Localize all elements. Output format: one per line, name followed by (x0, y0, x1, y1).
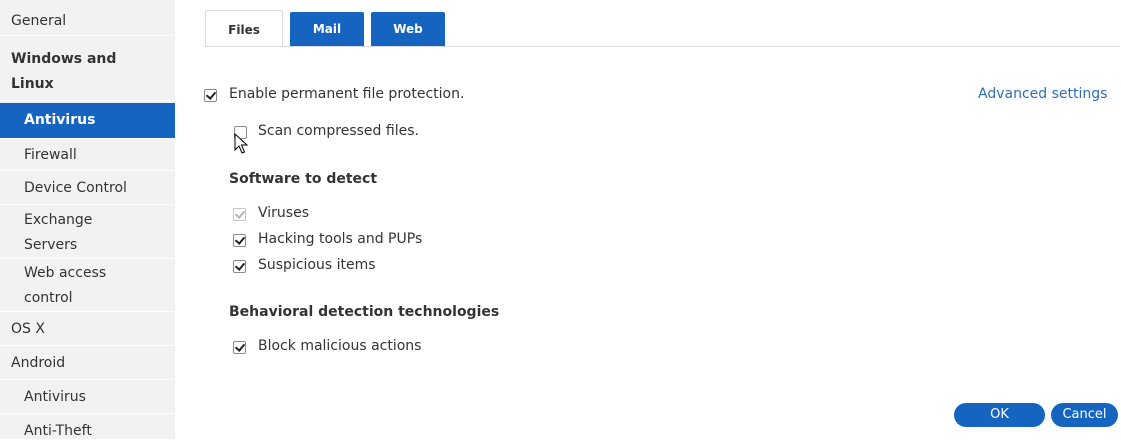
sidebar-item-label: Anti-Theft (24, 423, 92, 439)
ok-button-label: OK (990, 407, 1009, 422)
sidebar-item-exchange-servers[interactable]: Exchange Servers (0, 207, 175, 259)
tab-label: Web (393, 22, 423, 36)
tab-label: Mail (312, 22, 342, 36)
sidebar-item-label: Device Control (24, 180, 127, 196)
cancel-button[interactable]: Cancel (1051, 403, 1118, 427)
hacking-tools-checkbox[interactable] (233, 234, 246, 247)
sidebar-item-label: Exchange Servers (24, 212, 93, 253)
block-malicious-label: Block malicious actions (258, 338, 422, 354)
viruses-checkbox[interactable] (233, 208, 246, 221)
scan-compressed-label: Scan compressed files. (258, 123, 419, 139)
advanced-settings-link[interactable]: Advanced settings (978, 86, 1107, 102)
sidebar-item-windows-and-linux[interactable]: Windows and Linux (0, 45, 175, 101)
sidebar-item-label: Antivirus (24, 389, 86, 405)
sidebar-item-label: Windows and Linux (11, 51, 117, 92)
sidebar-item-label: OS X (11, 321, 45, 337)
sidebar-item-os-x[interactable]: OS X (0, 314, 175, 346)
block-malicious-checkbox[interactable] (233, 341, 246, 354)
sidebar-item-label: Web access control (24, 265, 107, 306)
suspicious-items-checkbox[interactable] (233, 260, 246, 273)
tab-divider (205, 46, 1119, 47)
viruses-label: Viruses (258, 205, 309, 221)
tab-label: Files (228, 23, 260, 37)
sidebar-item-label: Antivirus (24, 112, 96, 128)
mouse-pointer-icon (234, 133, 248, 154)
sidebar-item-label: Firewall (24, 147, 77, 163)
sidebar-item-label: Android (11, 355, 66, 371)
sidebar-item-device-control[interactable]: Device Control (0, 173, 175, 205)
sidebar-item-antivirus[interactable]: Antivirus (0, 103, 175, 139)
behavioral-heading: Behavioral detection technologies (229, 304, 500, 320)
sidebar-item-android[interactable]: Android (0, 348, 175, 380)
tab-web[interactable]: Web (371, 12, 445, 46)
enable-protection-checkbox[interactable] (204, 89, 217, 102)
suspicious-items-label: Suspicious items (258, 257, 376, 273)
sidebar-item-firewall[interactable]: Firewall (0, 141, 175, 171)
software-heading: Software to detect (229, 171, 378, 187)
ok-button[interactable]: OK (954, 403, 1045, 427)
sidebar-item-general[interactable]: General (0, 8, 175, 36)
sidebar-item-anti-theft[interactable]: Anti-Theft (0, 416, 175, 444)
enable-protection-label: Enable permanent file protection. (229, 86, 465, 102)
sidebar-item-web-access-control[interactable]: Web access control (0, 260, 175, 312)
tab-mail[interactable]: Mail (290, 12, 364, 46)
sidebar-item-android-antivirus[interactable]: Antivirus (0, 382, 175, 414)
sidebar: General Windows and Linux Antivirus Fire… (0, 0, 175, 439)
sidebar-item-label: General (11, 13, 67, 29)
hacking-tools-label: Hacking tools and PUPs (258, 231, 423, 247)
cancel-button-label: Cancel (1062, 407, 1107, 422)
tab-files[interactable]: Files (205, 10, 283, 47)
